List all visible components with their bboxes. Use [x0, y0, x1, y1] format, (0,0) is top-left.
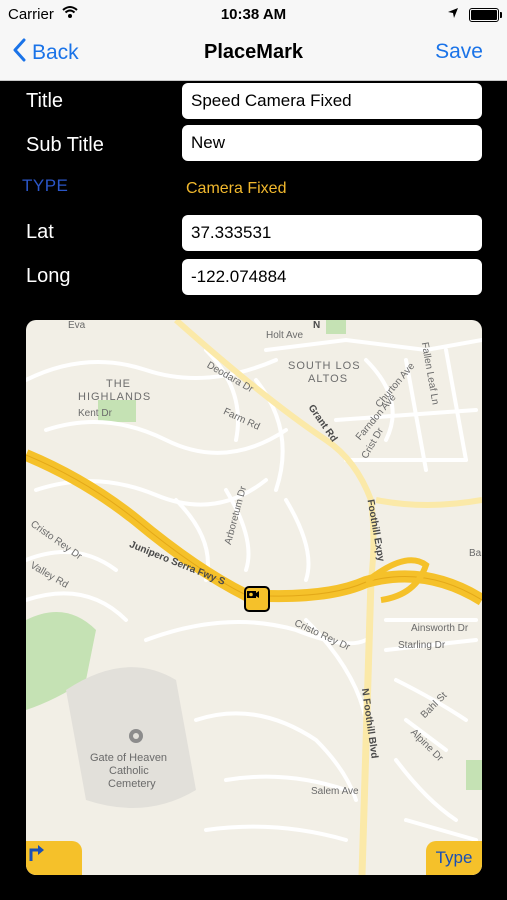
map-label-n: N	[313, 320, 321, 331]
map-label-ba: Ba	[469, 548, 482, 559]
save-button[interactable]: Save	[435, 40, 483, 64]
map-type-button[interactable]: Type	[426, 841, 482, 875]
status-bar: Carrier 10:38 AM	[0, 0, 507, 28]
directions-button[interactable]	[26, 841, 82, 875]
map-label-starling: Starling Dr	[398, 640, 446, 651]
long-field[interactable]: -122.074884	[182, 259, 482, 295]
title-label: Title	[26, 90, 64, 112]
battery-icon	[469, 8, 502, 22]
page-title: PlaceMark	[204, 41, 303, 63]
map-label-south-los-altos-2: ALTOS	[308, 373, 349, 385]
lat-label: Lat	[26, 221, 54, 243]
type-value[interactable]: Camera Fixed	[186, 180, 286, 198]
map-label-highlands-1: THE	[106, 378, 131, 390]
map-label-holt: Holt Ave	[266, 330, 304, 341]
map-label-highlands-2: HIGHLANDS	[78, 391, 152, 403]
title-field[interactable]: Speed Camera Fixed	[182, 83, 482, 119]
subtitle-field[interactable]: New	[182, 125, 482, 161]
map-label-salem: Salem Ave	[311, 786, 359, 797]
map-label-ainsworth: Ainsworth Dr	[411, 623, 469, 634]
map-label-cemetery-2: Catholic	[109, 765, 149, 777]
map-label-south-los-altos-1: SOUTH LOS	[288, 360, 361, 372]
title-field-value: Speed Camera Fixed	[191, 91, 352, 110]
location-arrow-icon	[447, 6, 459, 23]
speed-camera-pin[interactable]	[244, 586, 270, 612]
navigation-bar: Back PlaceMark Save	[0, 28, 507, 81]
type-label: TYPE	[22, 176, 69, 195]
map-label-cemetery-3: Cemetery	[108, 778, 156, 790]
lat-field-value: 37.333531	[191, 223, 272, 242]
long-label: Long	[26, 265, 71, 287]
subtitle-label: Sub Title	[26, 134, 104, 156]
status-time: 10:38 AM	[220, 6, 287, 23]
lat-field[interactable]: 37.333531	[182, 215, 482, 251]
map-label-eva: Eva	[68, 320, 86, 331]
map-label-cemetery-1: Gate of Heaven	[90, 752, 168, 764]
map-view[interactable]: Holt Ave Eva N SOUTH LOS ALTOS THE HIGHL…	[26, 320, 482, 875]
long-field-value: -122.074884	[191, 267, 287, 286]
subtitle-field-value: New	[191, 133, 226, 152]
map-label-kent: Kent Dr	[78, 408, 112, 419]
